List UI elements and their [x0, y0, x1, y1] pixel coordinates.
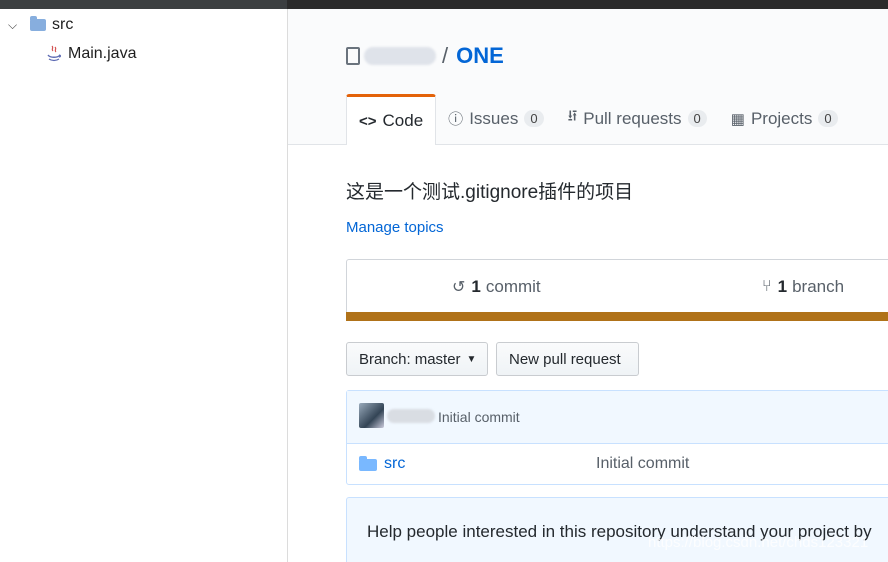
repo-icon	[346, 47, 360, 65]
commits-link[interactable]: ↺ 1 commit	[452, 277, 541, 297]
path-separator: /	[442, 43, 449, 68]
issue-icon: ⓘ	[448, 111, 464, 128]
branches-label: branch	[792, 277, 845, 296]
history-icon: ↺	[452, 279, 466, 296]
tree-item-main-java[interactable]: Main.java	[46, 45, 136, 63]
tab-projects[interactable]: ▦ Projects 0	[719, 94, 850, 143]
branches-link[interactable]: ⑂ 1 branch	[762, 277, 844, 297]
repo-name-link[interactable]: ONE	[456, 43, 504, 69]
issues-counter: 0	[524, 110, 544, 127]
avatar[interactable]	[359, 403, 384, 428]
file-row: src Initial commit	[347, 443, 888, 485]
manage-topics-link[interactable]: Manage topics	[346, 219, 444, 236]
folder-icon	[359, 456, 377, 471]
tab-label: Code	[382, 111, 424, 130]
file-name-link[interactable]: src	[384, 455, 405, 473]
project-tree: ⌵ src Main.java	[0, 9, 288, 562]
tree-item-label: Main.java	[68, 45, 137, 62]
tab-label: Projects	[750, 108, 813, 128]
caret-down-icon: ▼	[466, 353, 477, 365]
tab-issues[interactable]: ⓘ Issues 0	[436, 94, 555, 143]
java-file-icon	[47, 45, 62, 62]
window-top-bar	[0, 0, 888, 9]
repo-title: / ONE	[346, 43, 504, 69]
tree-item-label: src	[52, 16, 74, 33]
commits-label: commit	[485, 277, 541, 296]
code-icon: <>	[359, 112, 377, 130]
folder-icon	[30, 16, 46, 31]
project-icon: ▦	[730, 110, 745, 128]
github-repo-page: / ONE <> Code ⓘ Issues 0 ⭿ Pull requests…	[288, 9, 888, 562]
latest-commit-message[interactable]: Initial commit	[438, 409, 520, 425]
pull-request-icon: ⭿	[567, 108, 578, 125]
repo-header: / ONE <> Code ⓘ Issues 0 ⭿ Pull requests…	[288, 9, 888, 145]
pull-requests-counter: 0	[687, 110, 707, 127]
tree-item-src[interactable]: ⌵ src	[8, 16, 73, 34]
ide-top-bar	[0, 0, 287, 9]
tab-code[interactable]: <> Code	[346, 94, 437, 145]
branch-name: master	[414, 350, 461, 368]
new-pull-request-button[interactable]: New pull request	[496, 342, 639, 376]
commits-count: 1	[471, 277, 481, 296]
file-commit-message[interactable]: Initial commit	[596, 455, 689, 473]
watermark: https://blog.csdn.net/chds123321	[648, 534, 869, 551]
owner-link-blurred[interactable]	[364, 47, 436, 65]
tab-label: Pull requests	[583, 108, 682, 128]
repo-description: 这是一个测试.gitignore插件的项目	[346, 182, 634, 203]
readme-prompt-box: Help people interested in this repositor…	[346, 497, 888, 562]
branch-select-button[interactable]: Branch: master ▼	[346, 342, 488, 376]
branch-prefix: Branch:	[359, 350, 411, 368]
branches-count: 1	[777, 277, 788, 296]
language-bar[interactable]	[346, 312, 888, 321]
latest-commit-bar: Initial commit	[347, 391, 888, 444]
tab-pull-requests[interactable]: ⭿ Pull requests 0	[556, 94, 719, 143]
chevron-down-icon[interactable]: ⌵	[8, 18, 20, 33]
repo-nav-tabs: <> Code ⓘ Issues 0 ⭿ Pull requests 0 ▦ P…	[346, 94, 850, 145]
branch-icon: ⑂	[762, 278, 772, 295]
author-name-blurred[interactable]	[387, 409, 435, 423]
tab-label: Issues	[469, 108, 519, 128]
projects-counter: 0	[818, 110, 838, 127]
file-list: Initial commit src Initial commit	[346, 390, 888, 485]
